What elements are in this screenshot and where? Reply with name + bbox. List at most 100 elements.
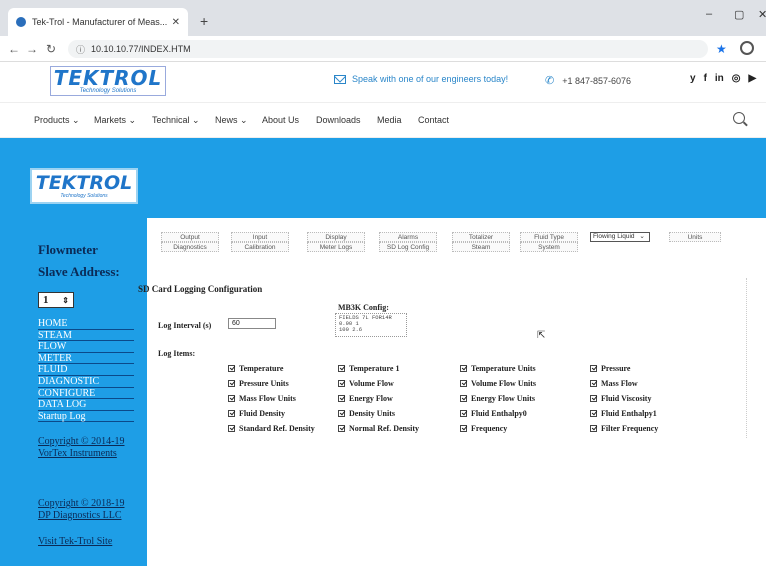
phone-link[interactable]: ✆ +1 847-857-6076 [545, 74, 631, 87]
checkbox-icon[interactable] [228, 380, 235, 387]
checkbox-icon[interactable] [590, 365, 597, 372]
tab-output[interactable]: Output [161, 232, 219, 242]
log-item-temperature-1[interactable]: Temperature 1 [338, 364, 399, 373]
nav-about-us[interactable]: About Us [262, 115, 299, 125]
nav-markets[interactable]: Markets ⌄ [94, 115, 136, 126]
tab-diagnostics[interactable]: Diagnostics [161, 242, 219, 252]
twitter-icon[interactable]: y [690, 73, 696, 84]
tab-meter-logs[interactable]: Meter Logs [307, 242, 365, 252]
log-item-mass-flow-units[interactable]: Mass Flow Units [228, 394, 296, 403]
linkedin-icon[interactable]: in [715, 73, 724, 84]
checkbox-icon[interactable] [338, 410, 345, 417]
search-icon[interactable] [733, 112, 745, 124]
tab-display[interactable]: Display [307, 232, 365, 242]
sidebar-item-home[interactable]: HOME [38, 318, 134, 330]
tab-sd-log-config[interactable]: SD Log Config [379, 242, 437, 252]
log-item-frequency[interactable]: Frequency [460, 424, 507, 433]
log-item-energy-flow-units[interactable]: Energy Flow Units [460, 394, 535, 403]
nav-downloads[interactable]: Downloads [316, 115, 361, 125]
checkbox-icon[interactable] [590, 395, 597, 402]
tab-totalizer[interactable]: Totalizer [452, 232, 510, 242]
tab-calibration[interactable]: Calibration [231, 242, 289, 252]
log-item-temperature-units[interactable]: Temperature Units [460, 364, 536, 373]
tab-system[interactable]: System [520, 242, 578, 252]
log-item-fluid-density[interactable]: Fluid Density [228, 409, 285, 418]
nav-products[interactable]: Products ⌄ [34, 115, 80, 126]
checkbox-icon[interactable] [228, 365, 235, 372]
checkbox-icon[interactable] [228, 410, 235, 417]
log-item-pressure[interactable]: Pressure [590, 364, 630, 373]
log-interval-input[interactable]: 60 [228, 318, 276, 329]
site-info-icon[interactable]: ⓘ [76, 43, 85, 56]
sidebar-item-meter[interactable]: METER [38, 353, 134, 365]
nav-contact[interactable]: Contact [418, 115, 449, 125]
checkbox-icon[interactable] [228, 425, 235, 432]
site-logo[interactable]: TEKTROL Technology Solutions [50, 66, 166, 96]
log-item-volume-flow[interactable]: Volume Flow [338, 379, 394, 388]
youtube-icon[interactable]: ▶ [749, 73, 757, 84]
new-tab-button[interactable]: + [200, 13, 208, 29]
address-bar[interactable]: ⓘ 10.10.10.77/INDEX.HTM [68, 40, 708, 58]
nav-news[interactable]: News ⌄ [215, 115, 248, 126]
log-item-density-units[interactable]: Density Units [338, 409, 395, 418]
copyright-dp[interactable]: Copyright © 2018-19 DP Diagnostics LLC [38, 498, 124, 522]
sidebar-item-startup-log[interactable]: Startup Log [38, 411, 134, 423]
log-item-filter-frequency[interactable]: Filter Frequency [590, 424, 658, 433]
log-item-pressure-units[interactable]: Pressure Units [228, 379, 289, 388]
log-item-mass-flow[interactable]: Mass Flow [590, 379, 638, 388]
reload-icon[interactable]: ↻ [46, 42, 56, 56]
checkbox-icon[interactable] [460, 395, 467, 402]
checkbox-icon[interactable] [338, 395, 345, 402]
checkbox-icon[interactable] [460, 380, 467, 387]
maximize-icon[interactable]: ▢ [734, 8, 744, 21]
minimize-icon[interactable]: – [706, 8, 712, 20]
checkbox-icon[interactable] [590, 410, 597, 417]
sidebar-item-data-log[interactable]: DATA LOG [38, 399, 134, 411]
log-item-fluid-viscosity[interactable]: Fluid Viscosity [590, 394, 651, 403]
tab-units[interactable]: Units [669, 232, 721, 242]
mbk-config-text[interactable]: FIELDS 7L FOR14R 0.90 1 100 2.6 [335, 313, 407, 337]
log-item-volume-flow-units[interactable]: Volume Flow Units [460, 379, 536, 388]
checkbox-icon[interactable] [460, 365, 467, 372]
sidebar-item-fluid[interactable]: FLUID [38, 364, 134, 376]
nav-technical[interactable]: Technical ⌄ [152, 115, 200, 126]
nav-media[interactable]: Media [377, 115, 402, 125]
sidebar-item-configure[interactable]: CONFIGURE [38, 388, 134, 400]
log-item-fluid-enthalpy1[interactable]: Fluid Enthalpy1 [590, 409, 657, 418]
copyright-vortex[interactable]: Copyright © 2014-19 VorTex Instruments [38, 436, 124, 460]
sidebar-item-steam[interactable]: STEAM [38, 330, 134, 342]
profile-icon[interactable] [740, 41, 754, 55]
checkbox-icon[interactable] [338, 365, 345, 372]
fluid-type-select[interactable]: Flowing Liquid ⌄ [590, 232, 650, 242]
log-item-standard-ref-density[interactable]: Standard Ref. Density [228, 424, 315, 433]
checkbox-icon[interactable] [460, 410, 467, 417]
forward-icon[interactable]: → [26, 42, 38, 56]
close-window-icon[interactable]: ✕ [758, 8, 766, 21]
instagram-icon[interactable]: ◎ [732, 73, 741, 84]
checkbox-icon[interactable] [590, 425, 597, 432]
tab-fluid-type[interactable]: Fluid Type [520, 232, 578, 242]
log-item-label: Energy Flow Units [471, 394, 535, 403]
tab-alarms[interactable]: Alarms [379, 232, 437, 242]
sidebar-item-diagnostic[interactable]: DIAGNOSTIC [38, 376, 134, 388]
browser-tab[interactable]: Tek-Trol - Manufacturer of Meas... ✕ [8, 8, 188, 36]
back-icon[interactable]: ← [8, 42, 20, 56]
checkbox-icon[interactable] [590, 380, 597, 387]
checkbox-icon[interactable] [338, 380, 345, 387]
close-tab-icon[interactable]: ✕ [172, 17, 180, 28]
log-item-normal-ref-density[interactable]: Normal Ref. Density [338, 424, 419, 433]
sidebar-item-flow[interactable]: FLOW [38, 341, 134, 353]
bookmark-star-icon[interactable]: ★ [716, 42, 727, 56]
log-item-fluid-enthalpy0[interactable]: Fluid Enthalpy0 [460, 409, 527, 418]
log-item-energy-flow[interactable]: Energy Flow [338, 394, 393, 403]
tab-input[interactable]: Input [231, 232, 289, 242]
speak-engineer-link[interactable]: Speak with one of our engineers today! [334, 74, 508, 84]
slave-address-select[interactable]: 1 ⇕ [38, 292, 74, 308]
facebook-icon[interactable]: f [704, 73, 707, 84]
tab-steam[interactable]: Steam [452, 242, 510, 252]
checkbox-icon[interactable] [228, 395, 235, 402]
checkbox-icon[interactable] [460, 425, 467, 432]
checkbox-icon[interactable] [338, 425, 345, 432]
visit-tektrol-link[interactable]: Visit Tek-Trol Site [38, 536, 112, 548]
log-item-temperature[interactable]: Temperature [228, 364, 283, 373]
